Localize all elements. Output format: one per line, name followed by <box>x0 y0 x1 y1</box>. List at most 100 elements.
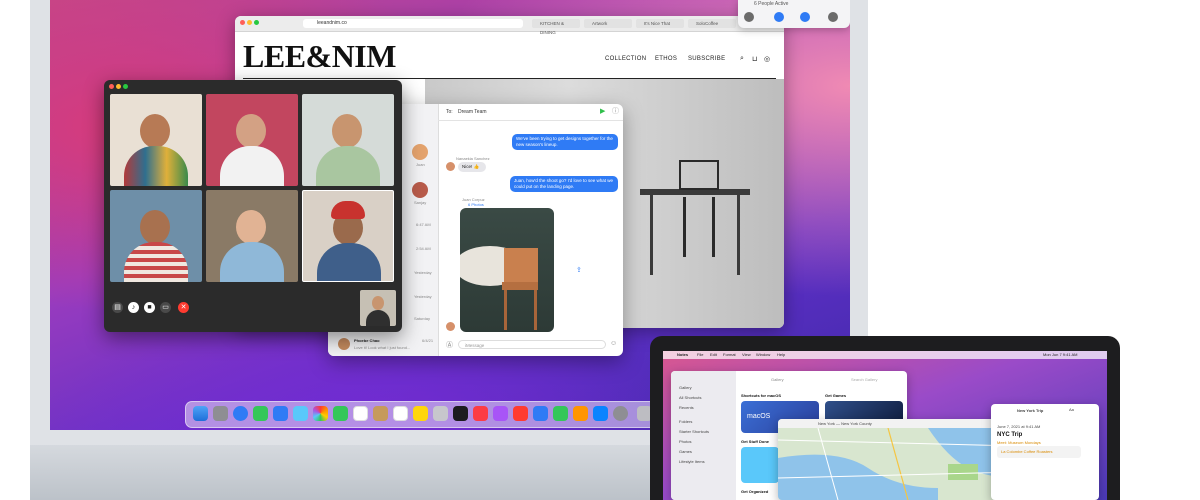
menu-clock[interactable]: Mon Jun 7 9:41 AM <box>1043 351 1077 359</box>
maps-icon[interactable] <box>293 406 308 421</box>
microphone-icon[interactable] <box>774 12 784 22</box>
shareplay-bar[interactable]: 6 People Active <box>738 0 850 28</box>
avatar[interactable] <box>338 338 350 350</box>
video-call-icon[interactable]: ▶ <box>600 104 605 120</box>
nav-ethos[interactable]: ETHOS <box>655 56 677 62</box>
note-link[interactable]: La Colombe Coffee Roasters <box>1001 449 1053 454</box>
site-logo[interactable]: LEE&NIM <box>243 38 396 75</box>
minimize-button[interactable] <box>247 20 252 25</box>
card-label: macOS <box>747 413 771 420</box>
safari-tab[interactable]: Artwork <box>584 19 632 28</box>
photo-stack[interactable] <box>460 208 554 332</box>
close-button[interactable] <box>109 84 114 89</box>
screen-share-icon[interactable]: ▭ <box>160 302 171 313</box>
facetime-icon[interactable] <box>333 406 348 421</box>
share-icon[interactable]: ⇪ <box>576 266 582 274</box>
keynote-icon[interactable] <box>533 406 548 421</box>
minimize-button[interactable] <box>116 84 121 89</box>
mail-icon[interactable] <box>273 406 288 421</box>
tv-icon[interactable] <box>453 406 468 421</box>
video-icon[interactable] <box>800 12 810 22</box>
section-title: Get Stuff Done <box>741 439 769 444</box>
info-icon[interactable]: ⓘ <box>612 104 619 120</box>
address-bar[interactable]: leeandnim.co <box>303 19 523 28</box>
freeform-icon[interactable] <box>433 406 448 421</box>
participant-tile[interactable] <box>302 94 394 186</box>
map-view[interactable] <box>778 428 1018 500</box>
messages-icon[interactable] <box>253 406 268 421</box>
chat-preview: Love it! Look what I just found... <box>354 345 411 350</box>
app-store-icon[interactable] <box>593 406 608 421</box>
safari-tab[interactable]: SoloCoffee <box>688 19 736 28</box>
maps-title: New York — New York County <box>818 421 872 426</box>
pages-icon[interactable] <box>573 406 588 421</box>
reminders-icon[interactable] <box>393 406 408 421</box>
participant-tile[interactable] <box>206 190 298 282</box>
app-store-icon[interactable]: Ⓐ <box>446 340 453 350</box>
numbers-icon[interactable] <box>553 406 568 421</box>
search-field[interactable]: Search Gallery <box>851 377 877 382</box>
message-input[interactable]: iMessage <box>458 340 606 349</box>
nav-subscribe[interactable]: SUBSCRIBE <box>688 56 725 62</box>
font-icon[interactable]: Aa <box>1069 407 1074 412</box>
message-icon[interactable] <box>744 12 754 22</box>
zoom-button[interactable] <box>123 84 128 89</box>
camera-icon[interactable]: ■ <box>144 302 155 313</box>
bag-icon[interactable]: ⊔ <box>752 55 758 63</box>
calendar-icon[interactable] <box>353 406 368 421</box>
recipient-name[interactable]: Dream Team <box>458 104 487 120</box>
sidebar-item[interactable]: Lifestyle Items <box>679 459 705 464</box>
sidebar-item[interactable]: Gallery <box>679 385 692 390</box>
self-view-tile[interactable] <box>360 290 396 326</box>
sidebar-item[interactable]: Starter Shortcuts <box>679 429 709 434</box>
finder-icon[interactable] <box>193 406 208 421</box>
menu-edit[interactable]: Edit <box>710 351 717 359</box>
avatar[interactable] <box>412 144 428 160</box>
shortcut-card[interactable] <box>741 447 779 483</box>
end-call-icon[interactable]: ✕ <box>178 302 189 313</box>
safari-tab[interactable]: It's Nice That <box>636 19 684 28</box>
avatar[interactable] <box>412 182 428 198</box>
settings-icon[interactable] <box>613 406 628 421</box>
account-icon[interactable]: ◎ <box>764 55 770 63</box>
participant-tile[interactable] <box>110 94 202 186</box>
screen-share-icon[interactable] <box>828 12 838 22</box>
safari-tab[interactable]: KITCHEN & DINING <box>532 19 580 35</box>
contacts-icon[interactable] <box>373 406 388 421</box>
menu-window[interactable]: Window <box>756 351 770 359</box>
safari-icon[interactable] <box>233 406 248 421</box>
podcasts-icon[interactable] <box>493 406 508 421</box>
contact-name: Juan <box>416 162 425 167</box>
photo-count[interactable]: 6 Photos <box>468 202 484 207</box>
sidebar-item[interactable]: Games <box>679 449 692 454</box>
avatar <box>446 162 455 171</box>
participant-tile[interactable] <box>110 190 202 282</box>
microphone-icon[interactable]: ♪ <box>128 302 139 313</box>
menu-view[interactable]: View <box>742 351 751 359</box>
photos-icon[interactable] <box>313 406 328 421</box>
note-link-card[interactable]: La Colombe Coffee Roasters <box>997 446 1081 458</box>
menu-help[interactable]: Help <box>777 351 785 359</box>
sidebar-item[interactable]: All Shortcuts <box>679 395 701 400</box>
zoom-button[interactable] <box>254 20 259 25</box>
sidebar-item[interactable]: Folders <box>679 419 692 424</box>
notes-icon[interactable] <box>413 406 428 421</box>
menu-app[interactable]: Notes <box>677 351 688 359</box>
chat-name[interactable]: Phoebe Chao <box>354 338 380 343</box>
emoji-icon[interactable]: ☺ <box>610 340 617 347</box>
menu-file[interactable]: File <box>697 351 703 359</box>
sidebar-item[interactable]: Recents <box>679 405 694 410</box>
search-icon[interactable]: ⌕ <box>740 55 744 63</box>
news-icon[interactable] <box>513 406 528 421</box>
sidebar-item[interactable]: Photos <box>679 439 691 444</box>
menu-format[interactable]: Format <box>723 351 736 359</box>
close-button[interactable] <box>240 20 245 25</box>
music-icon[interactable] <box>473 406 488 421</box>
sidebar-icon[interactable]: ▤ <box>112 302 123 313</box>
launchpad-icon[interactable] <box>213 406 228 421</box>
shortcuts-sidebar: Gallery All Shortcuts Recents Folders St… <box>671 371 736 500</box>
participant-tile-active[interactable] <box>302 190 394 282</box>
nav-collection[interactable]: COLLECTION <box>605 56 646 62</box>
timestamp: 2:54 AM <box>416 246 431 251</box>
participant-tile[interactable] <box>206 94 298 186</box>
